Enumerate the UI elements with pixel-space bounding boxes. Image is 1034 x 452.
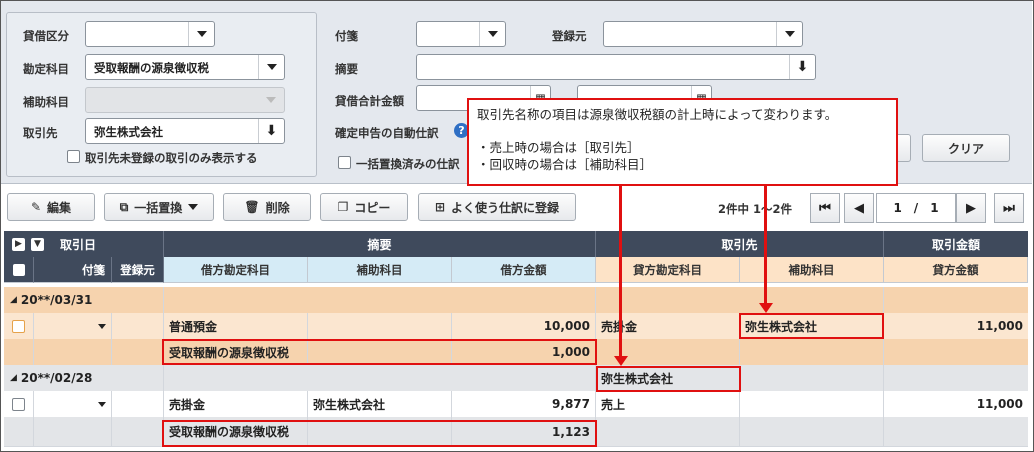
pencil-icon: ✎ [30,200,42,214]
add-favorite-icon: ⊞ [434,200,446,214]
select-all-checkbox-cell[interactable] [4,257,34,283]
kashi-hojo-col-header: 補助科目 [740,257,884,283]
only-unregistered-label: 取引先未登録の取引のみ表示する [85,151,258,165]
chevron-down-icon[interactable] [776,22,802,46]
group-row[interactable]: ◢ 20**/03/31 [4,287,1028,314]
kari-hojo-cell: 弥生株式会社 [308,391,452,417]
prev-page-icon[interactable]: ◀ [844,193,874,223]
kashi-hojo-cell [740,391,884,417]
group-row[interactable]: ◢ 20**/02/28 弥生株式会社 [4,365,1028,392]
kashi-kingaku-col-header: 貸方金額 [884,257,1028,283]
row-checkbox[interactable] [12,319,25,333]
copy-icon: ❐ [337,200,349,214]
kanjo-kamoku-select[interactable]: 受取報酬の源泉徴収税 [85,54,285,80]
kashi-kamoku-cell: 売上 [596,391,740,417]
highlight-box-withholding-1 [162,339,597,365]
kari-kingaku-cell: 10,000 [452,313,596,339]
last-page-icon[interactable]: ⏭ [994,193,1024,223]
download-arrow-icon[interactable]: ⬇ [258,119,284,143]
kashi-kingaku-cell: 11,000 [976,397,1023,411]
ikkatsu-label: 一括置換済みの仕訳 [356,157,460,171]
clear-button[interactable]: クリア [922,134,1010,162]
table-row[interactable]: 売掛金 弥生株式会社 9,877 売上 11,000 [4,391,1028,418]
arrow-line-left [619,186,622,358]
copy-button[interactable]: ❐ コピー [320,193,408,221]
delete-button[interactable]: 🗑 削除 [223,193,311,221]
torokumoto-col-header: 登録元 [112,257,164,283]
tekiyo-select[interactable]: ⬇ [416,54,816,80]
kashi-kingaku-cell [884,339,1028,365]
chevron-down-icon [258,88,284,112]
taishaku-kubun-label: 貸借区分 [23,29,69,43]
replace-icon: ⧉ [119,199,129,214]
chevron-down-icon[interactable] [188,22,214,46]
hojo-kamoku-label: 補助科目 [23,95,69,109]
kari-kamoku-col-header: 借方勘定科目 [164,257,308,283]
tekiyo-label: 摘要 [335,62,358,76]
kingaku-header: 取引金額 [884,231,1028,257]
highlight-box-hojo [739,313,884,339]
arrow-head-left [614,356,628,366]
chevron-down-icon[interactable]: ▼ [31,237,44,251]
arrow-head-right [759,303,773,313]
chevron-down-icon [188,204,199,210]
hojo-kamoku-select [85,87,285,113]
tekiyo-header: 摘要 [164,231,596,257]
kashi-kingaku-cell: 11,000 [976,319,1023,333]
torihikisaki-header: 取引先 [596,231,884,257]
arrow-line-right [764,186,767,305]
fusen-label: 付箋 [335,29,358,43]
kashi-hojo-cell [740,417,884,446]
annotation-callout: 取引先名称の項目は源泉徴収税額の計上時によって変わります。 ・売上時の場合は［取… [467,98,898,186]
kari-kamoku-cell: 売掛金 [164,391,308,417]
kashi-kamoku-cell: 売掛金 [596,313,740,339]
chevron-down-icon[interactable] [258,55,284,79]
torokumoto-label: 登録元 [552,29,587,43]
kakutei-label: 確定申告の自動仕訳 [335,126,439,140]
date-header: ▶ ▼ 取引日 [4,231,164,257]
fusen-col-header: 付箋 [34,257,112,283]
kanjo-kamoku-label: 勘定科目 [23,62,69,76]
collapse-icon[interactable]: ◢ [10,295,17,305]
kashi-kamoku-cell [596,417,740,446]
download-arrow-icon[interactable]: ⬇ [789,55,815,79]
edit-button[interactable]: ✎ 編集 [7,193,95,221]
kari-kingaku-col-header: 借方金額 [452,257,596,283]
favorite-register-button[interactable]: ⊞ よく使う仕訳に登録 [418,193,576,221]
kingaku-label: 貸借合計金額 [335,94,404,108]
torihikisaki-select[interactable]: 弥生株式会社 ⬇ [85,118,285,144]
chevron-down-icon[interactable] [34,391,112,417]
pager-info: 2件中 1～2件 [718,202,793,216]
trash-icon: 🗑 [244,200,260,214]
chevron-down-icon[interactable] [479,22,505,46]
kashi-hojo-cell [740,339,884,365]
select-all-checkbox[interactable] [12,263,25,276]
page-indicator: 1/1 [876,193,956,223]
kashi-kingaku-cell [884,417,1028,446]
torokumoto-select[interactable] [603,21,803,47]
only-unregistered-checkbox[interactable] [67,150,80,163]
kari-kamoku-cell: 普通預金 [164,313,308,339]
group-date: ◢ 20**/02/28 [4,365,164,391]
expand-icon[interactable]: ▶ [12,237,25,251]
fusen-select[interactable] [416,21,506,47]
bulk-replace-button[interactable]: ⧉ 一括置換 [104,193,214,221]
kashi-kamoku-col-header: 貸方勘定科目 [596,257,740,283]
first-page-icon[interactable]: ⏮ [810,193,840,223]
kari-hojo-col-header: 補助科目 [308,257,452,283]
highlight-box-torihikisaki [596,366,741,392]
group-date: ◢ 20**/03/31 [4,287,164,313]
kari-hojo-cell [308,313,452,339]
kari-kingaku-cell: 9,877 [452,391,596,417]
taishaku-kubun-select[interactable] [85,21,215,47]
torihikisaki-label: 取引先 [23,126,58,140]
collapse-icon[interactable]: ◢ [10,373,17,383]
ikkatsu-checkbox[interactable] [338,156,351,169]
row-checkbox[interactable] [12,397,25,411]
highlight-box-withholding-2 [162,420,597,447]
chevron-down-icon[interactable] [34,313,112,339]
next-page-icon[interactable]: ▶ [956,193,986,223]
